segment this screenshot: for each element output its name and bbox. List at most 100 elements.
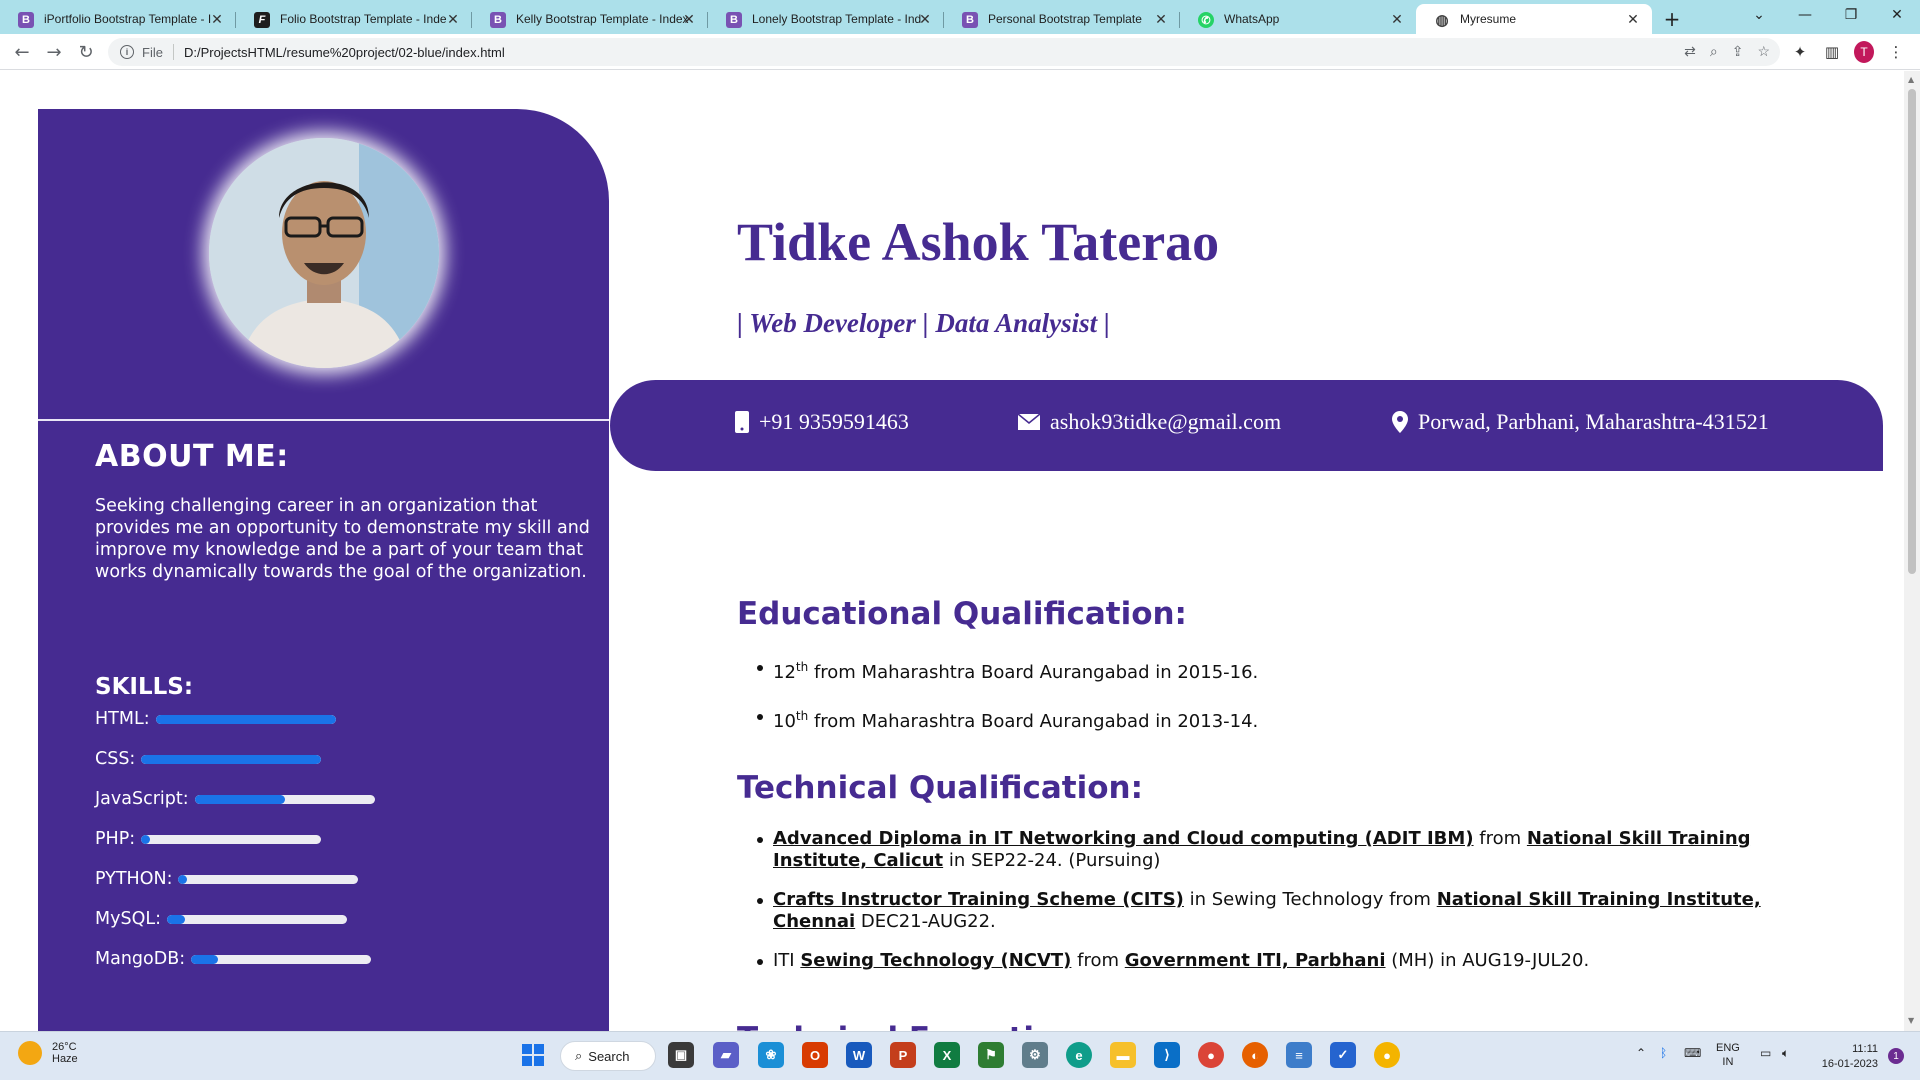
tab-close-icon[interactable]: ✕ — [208, 10, 226, 28]
education-grade: 12 — [773, 662, 796, 683]
bootstrap-icon: B — [726, 12, 742, 28]
location-pin-icon — [1392, 411, 1408, 433]
address-url[interactable]: D:/ProjectsHTML/resume%20project/02-blue… — [184, 45, 505, 60]
technical-heading: Technical Qualification: — [737, 770, 1143, 806]
language-bottom: IN — [1722, 1056, 1734, 1068]
task-view-icon[interactable]: ▣ — [668, 1042, 694, 1068]
skill-progress-bar — [178, 874, 359, 884]
share-icon[interactable]: ⇪ — [1732, 43, 1744, 60]
browser-tab[interactable]: B Personal Bootstrap Template ✕ — [944, 4, 1180, 34]
browser-tab[interactable]: B Kelly Bootstrap Template - Index ✕ — [472, 4, 708, 34]
notification-badge[interactable]: 1 — [1888, 1048, 1904, 1064]
zoom-icon[interactable]: ⌕ — [1710, 43, 1718, 60]
menu-kebab-icon[interactable]: ⋮ — [1886, 42, 1906, 62]
minimize-icon[interactable]: — — [1782, 0, 1828, 30]
vscode-icon[interactable]: ⟩ — [1154, 1042, 1180, 1068]
technical-course-link[interactable]: Sewing Technology (NCVT) — [800, 950, 1071, 971]
address-bar[interactable]: i File D:/ProjectsHTML/resume%20project/… — [108, 38, 1780, 66]
office-icon[interactable]: O — [802, 1042, 828, 1068]
chrome-icon[interactable]: ● — [1198, 1042, 1224, 1068]
tray-overflow-icon[interactable]: ⌃ — [1636, 1046, 1646, 1060]
network-icon[interactable]: ▭ — [1760, 1046, 1771, 1060]
scroll-down-icon[interactable]: ▼ — [1908, 1016, 1914, 1025]
skill-progress-fill — [178, 874, 188, 884]
tab-close-icon[interactable]: ✕ — [680, 10, 698, 28]
tab-close-icon[interactable]: ✕ — [1152, 10, 1170, 28]
skill-progress-bar — [141, 754, 322, 764]
extensions-icon[interactable]: ✦ — [1790, 42, 1810, 62]
contact-email: ashok93tidke@gmail.com — [1018, 409, 1281, 435]
system-clock[interactable]: 11:11 16-01-2023 — [1822, 1042, 1878, 1072]
resume-name: Tidke Ashok Taterao — [737, 212, 1220, 272]
tab-close-icon[interactable]: ✕ — [1624, 10, 1642, 28]
tab-close-icon[interactable]: ✕ — [916, 10, 934, 28]
page-scrollbar[interactable]: ▲ ▼ — [1904, 71, 1920, 1031]
tab-title: Kelly Bootstrap Template - Index — [516, 12, 689, 26]
firefox-icon[interactable]: ◐ — [1242, 1042, 1268, 1068]
restore-icon[interactable]: ❐ — [1828, 0, 1874, 30]
weather-widget[interactable]: 26°C Haze — [18, 1041, 78, 1065]
tab-close-icon[interactable]: ✕ — [1388, 10, 1406, 28]
todo-icon[interactable]: ✓ — [1330, 1042, 1356, 1068]
close-window-icon[interactable]: ✕ — [1874, 0, 1920, 30]
settings-gear-icon[interactable]: ⚙ — [1022, 1042, 1048, 1068]
tab-search-icon[interactable]: ⌄ — [1736, 0, 1782, 30]
translate-icon[interactable]: ⇄ — [1684, 43, 1696, 60]
bootstrap-icon: B — [18, 12, 34, 28]
volume-icon[interactable]: 🔈︎ — [1782, 1046, 1789, 1061]
powerpoint-icon[interactable]: P — [890, 1042, 916, 1068]
bookmark-star-icon[interactable]: ☆ — [1757, 43, 1770, 60]
technical-institute-link[interactable]: Government ITI, Parbhani — [1125, 950, 1386, 971]
reload-icon[interactable]: ↻ — [74, 40, 98, 64]
skill-progress-fill — [141, 834, 151, 844]
keyboard-icon[interactable]: ⌨ — [1684, 1046, 1701, 1060]
technical-list: Advanced Diploma in IT Networking and Cl… — [737, 828, 1797, 989]
skill-progress-fill — [155, 714, 336, 724]
language-indicator[interactable]: ENG IN — [1716, 1041, 1740, 1069]
skill-row: JavaScript: — [95, 789, 375, 809]
sidebar-divider — [38, 419, 609, 421]
file-explorer-icon[interactable]: ▬ — [1110, 1042, 1136, 1068]
education-text: from Maharashtra Board Aurangabad in 201… — [808, 711, 1259, 732]
scroll-up-icon[interactable]: ▲ — [1908, 75, 1914, 84]
tab-close-icon[interactable]: ✕ — [444, 10, 462, 28]
forward-icon[interactable]: → — [42, 40, 66, 64]
profile-avatar[interactable]: T — [1854, 41, 1874, 63]
technical-course-link[interactable]: Crafts Instructor Training Scheme (CITS) — [773, 889, 1184, 910]
skill-row: PYTHON: — [95, 869, 359, 889]
excel-icon[interactable]: X — [934, 1042, 960, 1068]
skill-progress-fill — [141, 754, 322, 764]
notepad-icon[interactable]: ≡ — [1286, 1042, 1312, 1068]
clock-date: 16-01-2023 — [1821, 1058, 1878, 1070]
browser-tab[interactable]: B Lonely Bootstrap Template - Ind ✕ — [708, 4, 944, 34]
browser-tab[interactable]: F Folio Bootstrap Template - Inde ✕ — [236, 4, 472, 34]
browser-tab[interactable]: ✆ WhatsApp ✕ — [1180, 4, 1416, 34]
windows-start-icon[interactable] — [520, 1042, 546, 1068]
contact-address: Porwad, Parbhani, Maharashtra-431521 — [1392, 409, 1769, 435]
technical-item: Advanced Diploma in IT Networking and Cl… — [737, 828, 1797, 872]
bluetooth-icon[interactable]: ᛒ — [1660, 1046, 1667, 1060]
back-icon[interactable]: ← — [10, 40, 34, 64]
new-tab-button[interactable]: + — [1652, 4, 1692, 34]
skill-progress-fill — [166, 914, 185, 924]
scrollbar-thumb[interactable] — [1908, 89, 1916, 574]
skills-heading: SKILLS: — [95, 674, 194, 700]
contact-phone-text: +91 9359591463 — [759, 409, 909, 434]
technical-connector: from — [1071, 950, 1125, 971]
browser-tab[interactable]: ◍ Myresume ✕ — [1416, 4, 1652, 34]
skill-row: CSS: — [95, 749, 322, 769]
weather-temp: 26°C — [52, 1041, 77, 1053]
tally-icon[interactable]: ⚑ — [978, 1042, 1004, 1068]
chrome-secondary-icon[interactable]: ● — [1374, 1042, 1400, 1068]
widgets-icon[interactable]: ❀ — [758, 1042, 784, 1068]
technical-course-link[interactable]: Advanced Diploma in IT Networking and Cl… — [773, 828, 1474, 849]
site-info-icon[interactable]: i — [120, 45, 134, 59]
browser-tab[interactable]: BiPortfolio Bootstrap Template - I ✕ — [0, 4, 236, 34]
bootstrap-icon: B — [962, 12, 978, 28]
edge-icon[interactable]: e — [1066, 1042, 1092, 1068]
word-icon[interactable]: W — [846, 1042, 872, 1068]
skill-progress-bar — [141, 834, 322, 844]
teams-chat-icon[interactable]: ▰ — [713, 1042, 739, 1068]
side-panel-icon[interactable]: ▥ — [1822, 42, 1842, 62]
taskbar-search[interactable]: ⌕ Search — [560, 1041, 656, 1071]
